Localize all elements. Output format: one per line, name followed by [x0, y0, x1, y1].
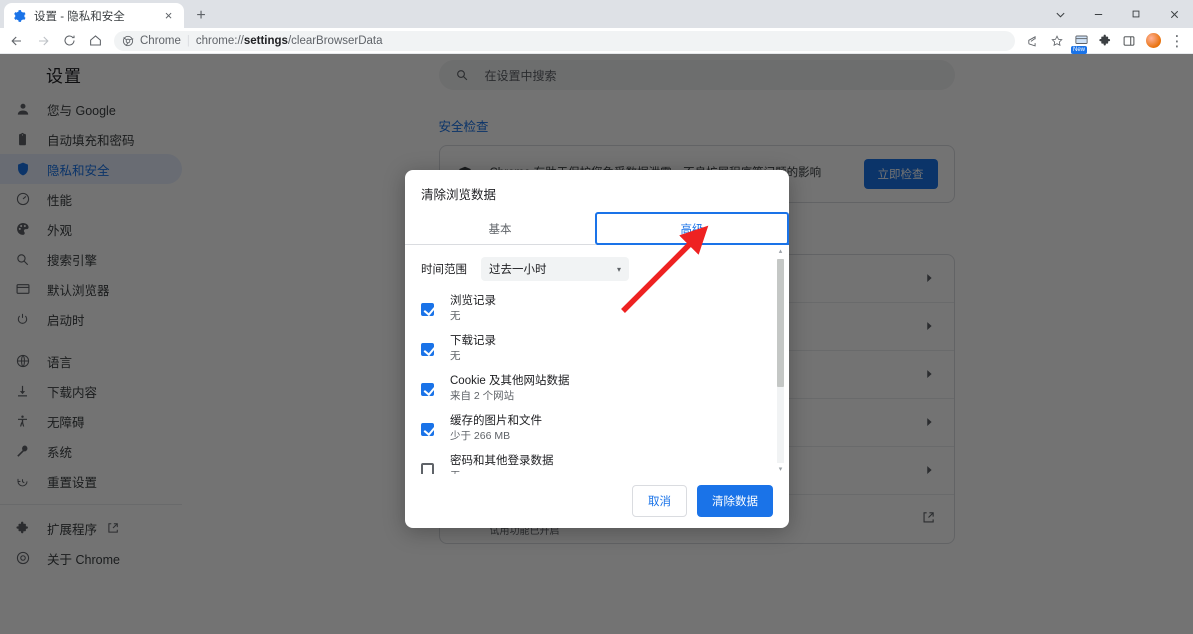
checkbox-sublabel: 来自 2 个网站 [450, 390, 515, 402]
omnibox-url: chrome://settings/clearBrowserData [196, 35, 383, 47]
omnibox-separator: | [186, 34, 190, 47]
cancel-button[interactable]: 取消 [632, 485, 687, 517]
new-badge: New [1071, 45, 1088, 54]
checkbox-row-cookies[interactable]: Cookie 及其他网站数据 来自 2 个网站 [421, 369, 773, 409]
checkbox[interactable] [421, 423, 434, 436]
url-suffix: /clearBrowserData [287, 34, 383, 47]
bookmark-star-icon[interactable] [1045, 29, 1069, 53]
checkbox-row-browsing-history[interactable]: 浏览记录 无 [421, 289, 773, 329]
time-range-label: 时间范围 [421, 264, 467, 276]
url-bold: settings [243, 34, 288, 47]
time-range-select[interactable]: 过去一小时 ▾ [481, 257, 629, 281]
chevron-down-icon: ▾ [616, 264, 621, 274]
browser-tab[interactable]: 设置 - 隐私和安全 × [4, 3, 184, 28]
clear-browsing-data-dialog: 清除浏览数据 基本 高级 时间范围 过去一小时 ▾ 浏览记录 无 下载记录 无 … [405, 170, 789, 528]
dialog-title: 清除浏览数据 [421, 188, 497, 202]
checkbox-label: 缓存的图片和文件 [450, 415, 542, 427]
side-panel-icon[interactable] [1117, 29, 1141, 53]
back-icon[interactable] [4, 29, 30, 53]
url-prefix: chrome:// [195, 34, 244, 47]
tab-title: 设置 - 隐私和安全 [34, 10, 125, 23]
maximize-icon[interactable] [1117, 0, 1155, 28]
checkbox[interactable] [421, 463, 434, 474]
checkbox-row-cached-files[interactable]: 缓存的图片和文件 少于 266 MB [421, 409, 773, 449]
time-range-value: 过去一小时 [489, 264, 547, 276]
omnibox-site-label: Chrome [140, 34, 181, 47]
tab-basic[interactable]: 基本 [405, 213, 595, 244]
more-menu-icon[interactable]: ⋮ [1165, 29, 1189, 53]
checkbox-sublabel: 无 [450, 469, 554, 474]
dialog-footer: 取消 清除数据 [405, 474, 789, 528]
checkbox-sublabel: 无 [450, 310, 461, 322]
scrollbar-thumb[interactable] [777, 259, 784, 387]
checkbox-label: 浏览记录 [450, 295, 496, 307]
checkbox-label: 下载记录 [450, 335, 496, 347]
dialog-scrollbar[interactable]: ▴ ▾ [776, 247, 785, 474]
extensions-puzzle-icon[interactable] [1093, 29, 1117, 53]
checkbox-row-download-history[interactable]: 下载记录 无 [421, 329, 773, 369]
new-tab-button[interactable]: + [190, 5, 212, 27]
new-feature-icon[interactable]: New [1069, 29, 1093, 54]
checkbox-label: 密码和其他登录数据 [450, 455, 554, 467]
time-range-row: 时间范围 过去一小时 ▾ [405, 245, 789, 287]
close-window-icon[interactable] [1155, 0, 1193, 28]
checkbox-sublabel: 无 [450, 350, 461, 362]
chrome-icon [122, 35, 134, 47]
scroll-down-arrow[interactable]: ▾ [776, 465, 785, 474]
dialog-body: 时间范围 过去一小时 ▾ 浏览记录 无 下载记录 无 Cookie 及其他网站数… [405, 245, 789, 474]
data-type-checklist: 浏览记录 无 下载记录 无 Cookie 及其他网站数据 来自 2 个网站 缓存… [405, 287, 789, 474]
browser-toolbar: Chrome | chrome://settings/clearBrowserD… [0, 28, 1193, 54]
address-bar[interactable]: Chrome | chrome://settings/clearBrowserD… [114, 30, 1015, 51]
dialog-tabs: 基本 高级 [405, 212, 789, 245]
share-icon[interactable] [1021, 29, 1045, 53]
tab-advanced[interactable]: 高级 [595, 212, 789, 245]
checkbox[interactable] [421, 383, 434, 396]
minimize-icon[interactable] [1079, 0, 1117, 28]
forward-icon[interactable] [30, 29, 56, 53]
window-controls [1041, 0, 1193, 28]
profile-avatar[interactable] [1141, 29, 1165, 53]
home-icon[interactable] [82, 29, 108, 53]
checkbox-label: Cookie 及其他网站数据 [450, 375, 570, 387]
reload-icon[interactable] [56, 29, 82, 53]
checkbox[interactable] [421, 343, 434, 356]
checkbox-sublabel: 少于 266 MB [450, 430, 511, 442]
close-icon[interactable]: × [161, 8, 176, 23]
checkbox[interactable] [421, 303, 434, 316]
clear-data-button[interactable]: 清除数据 [697, 485, 773, 517]
chevron-down-icon[interactable] [1041, 0, 1079, 28]
gear-icon [12, 9, 26, 23]
scroll-up-arrow[interactable]: ▴ [776, 247, 785, 257]
checkbox-row-passwords[interactable]: 密码和其他登录数据 无 [421, 449, 773, 474]
browser-window: 设置 - 隐私和安全 × + Chrome | chrome://setting… [0, 0, 1193, 634]
tab-strip: 设置 - 隐私和安全 × + [0, 0, 1193, 28]
